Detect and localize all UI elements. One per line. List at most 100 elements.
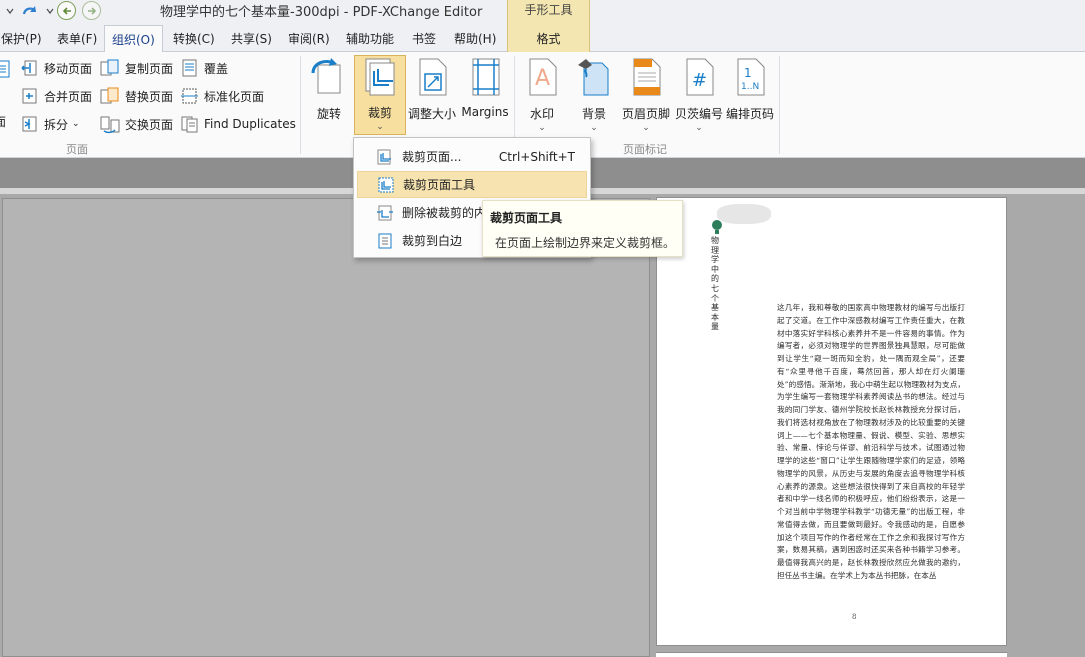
svg-text:#: # xyxy=(692,70,707,91)
crop-page-tool-label: 裁剪页面工具 xyxy=(403,178,476,192)
background-label: 背景 xyxy=(581,107,606,121)
merge-pages-button[interactable]: 合并页面 xyxy=(20,85,92,107)
header-footer-icon xyxy=(633,58,661,96)
resize-button[interactable]: 调整大小 xyxy=(405,55,459,135)
crop-page-tool-menu-item[interactable]: 裁剪页面工具 xyxy=(357,171,587,198)
crop-label: 裁剪 xyxy=(367,106,392,120)
find-duplicates-label: Find Duplicates xyxy=(204,117,296,131)
page-right[interactable]: 物理学中的七个基本量 这几年，我和尊敬的国家高中物理教材的编写与出版打起了交道。… xyxy=(656,197,1007,646)
chapter-vertical-title: 物理学中的七个基本量 xyxy=(711,236,719,332)
tab-bookmarks[interactable]: 书签 xyxy=(412,30,436,47)
tab-forms[interactable]: 表单(F) xyxy=(57,30,97,47)
page-numbers-button[interactable]: 1..N 1 编排页码 xyxy=(724,55,776,135)
chevron-down-icon: ⌄ xyxy=(72,119,80,129)
rotate-icon xyxy=(311,58,341,94)
copy-pages-label: 复制页面 xyxy=(125,61,174,76)
watermark-button[interactable]: A 水印 ⌄ xyxy=(516,55,568,135)
rotate-label: 旋转 xyxy=(316,107,341,121)
page-icon xyxy=(0,60,10,78)
chevron-down-icon: ⌄ xyxy=(642,123,650,133)
swap-pages-label: 交换页面 xyxy=(125,117,174,132)
normalize-pages-icon xyxy=(181,88,198,104)
resize-icon xyxy=(419,58,447,96)
tooltip: 裁剪页面工具 在页面上绘制边界来定义裁剪框。 xyxy=(482,200,683,257)
quick-access-toolbar xyxy=(0,0,60,21)
pages-group-label: 页面 xyxy=(66,143,88,156)
copy-pages-button[interactable]: 复制页面 xyxy=(99,57,173,79)
overlay-icon xyxy=(182,59,197,77)
pages-partial-label: 面 xyxy=(0,114,7,129)
margins-button[interactable]: Margins xyxy=(459,55,511,135)
tab-protect[interactable]: 保护(P) xyxy=(1,30,42,47)
group-separator xyxy=(300,56,301,154)
crop-pages-icon xyxy=(377,149,391,164)
crop-tool-icon xyxy=(378,177,394,192)
normalize-pages-button[interactable]: 标准化页面 xyxy=(180,85,264,107)
pages-partial-button-2[interactable]: 面 xyxy=(0,110,6,132)
page-decoration-image xyxy=(717,204,771,224)
page-body-text: 这几年，我和尊敬的国家高中物理教材的编写与出版打起了交道。在工作中深感教材编写工… xyxy=(777,303,965,580)
crop-pages-label: 裁剪页面... xyxy=(402,150,462,164)
crop-icon xyxy=(365,58,395,96)
resize-label: 调整大小 xyxy=(407,107,456,121)
normalize-pages-label: 标准化页面 xyxy=(204,89,265,104)
move-pages-button[interactable]: 移动页面 xyxy=(20,57,92,79)
background-button[interactable]: 背景 ⌄ xyxy=(568,55,620,135)
tab-convert[interactable]: 转换(C) xyxy=(173,30,215,47)
header-footer-button[interactable]: 页眉页脚 ⌄ xyxy=(620,55,672,135)
tooltip-description: 在页面上绘制边界来定义裁剪框。 xyxy=(495,236,676,250)
hand-tool-context-group: 手形工具 格式 xyxy=(507,0,590,52)
watermark-icon: A xyxy=(529,58,557,96)
delete-cropped-content-label: 删除被裁剪的内 xyxy=(402,206,487,220)
undo-dropdown-icon[interactable] xyxy=(0,1,20,21)
crop-button[interactable]: 裁剪 ⌄ xyxy=(354,55,406,135)
pages-partial-button-1[interactable] xyxy=(0,58,12,80)
page-left[interactable] xyxy=(2,198,650,657)
replace-pages-button[interactable]: 替换页面 xyxy=(99,85,173,107)
chevron-down-icon: ⌄ xyxy=(590,123,598,133)
tab-help[interactable]: 帮助(H) xyxy=(454,30,496,47)
bates-numbering-label: 贝茨编号 xyxy=(674,107,723,121)
crop-pages-shortcut: Ctrl+Shift+T xyxy=(498,149,575,164)
split-pages-icon xyxy=(22,116,37,132)
header-footer-label: 页眉页脚 xyxy=(621,107,670,121)
move-pages-icon xyxy=(21,60,37,76)
crop-pages-menu-item[interactable]: 裁剪页面... Ctrl+Shift+T xyxy=(357,143,587,170)
document-area[interactable]: 物理学中的七个基本量 这几年，我和尊敬的国家高中物理教材的编写与出版打起了交道。… xyxy=(0,194,1085,657)
tab-accessibility[interactable]: 辅助功能 xyxy=(346,30,394,47)
split-pages-label: 拆分 xyxy=(44,117,69,132)
crop-to-white-margins-label: 裁剪到白边 xyxy=(402,234,463,248)
redo-icon[interactable] xyxy=(20,1,40,21)
svg-text:1..N: 1..N xyxy=(741,82,759,92)
delete-cropped-content-icon xyxy=(377,205,393,220)
split-pages-button[interactable]: 拆分 ⌄ xyxy=(20,113,80,135)
merge-pages-label: 合并页面 xyxy=(44,89,93,104)
tab-review[interactable]: 审阅(R) xyxy=(288,30,330,47)
page-number: 8 xyxy=(852,613,857,621)
swap-pages-button[interactable]: 交换页面 xyxy=(99,113,173,135)
back-icon[interactable] xyxy=(57,1,76,20)
tab-share[interactable]: 共享(S) xyxy=(231,30,272,47)
find-duplicates-icon xyxy=(181,116,198,133)
chevron-down-icon: ⌄ xyxy=(538,123,546,133)
chevron-down-icon: ⌄ xyxy=(376,122,384,132)
lightbulb-icon xyxy=(712,220,722,234)
move-pages-label: 移动页面 xyxy=(44,61,93,76)
find-duplicates-button[interactable]: Find Duplicates xyxy=(180,113,296,135)
tab-organize[interactable]: 组织(O) xyxy=(104,25,163,53)
context-group-title: 手形工具 xyxy=(524,3,573,17)
margins-label: Margins xyxy=(461,105,509,119)
svg-text:A: A xyxy=(535,66,550,91)
next-page-edge xyxy=(656,652,1007,657)
overlay-label: 覆盖 xyxy=(204,61,229,76)
tab-format[interactable]: 格式 xyxy=(508,30,589,47)
replace-pages-icon xyxy=(100,87,119,104)
replace-pages-label: 替换页面 xyxy=(125,89,174,104)
background-icon xyxy=(578,59,609,96)
rotate-button[interactable]: 旋转 xyxy=(303,55,355,135)
bates-numbering-icon: # xyxy=(686,58,714,96)
bates-numbering-button[interactable]: # 贝茨编号 ⌄ xyxy=(673,55,725,135)
crop-to-white-margins-icon xyxy=(378,233,392,248)
overlay-button[interactable]: 覆盖 xyxy=(180,57,228,79)
forward-icon[interactable] xyxy=(82,1,101,20)
